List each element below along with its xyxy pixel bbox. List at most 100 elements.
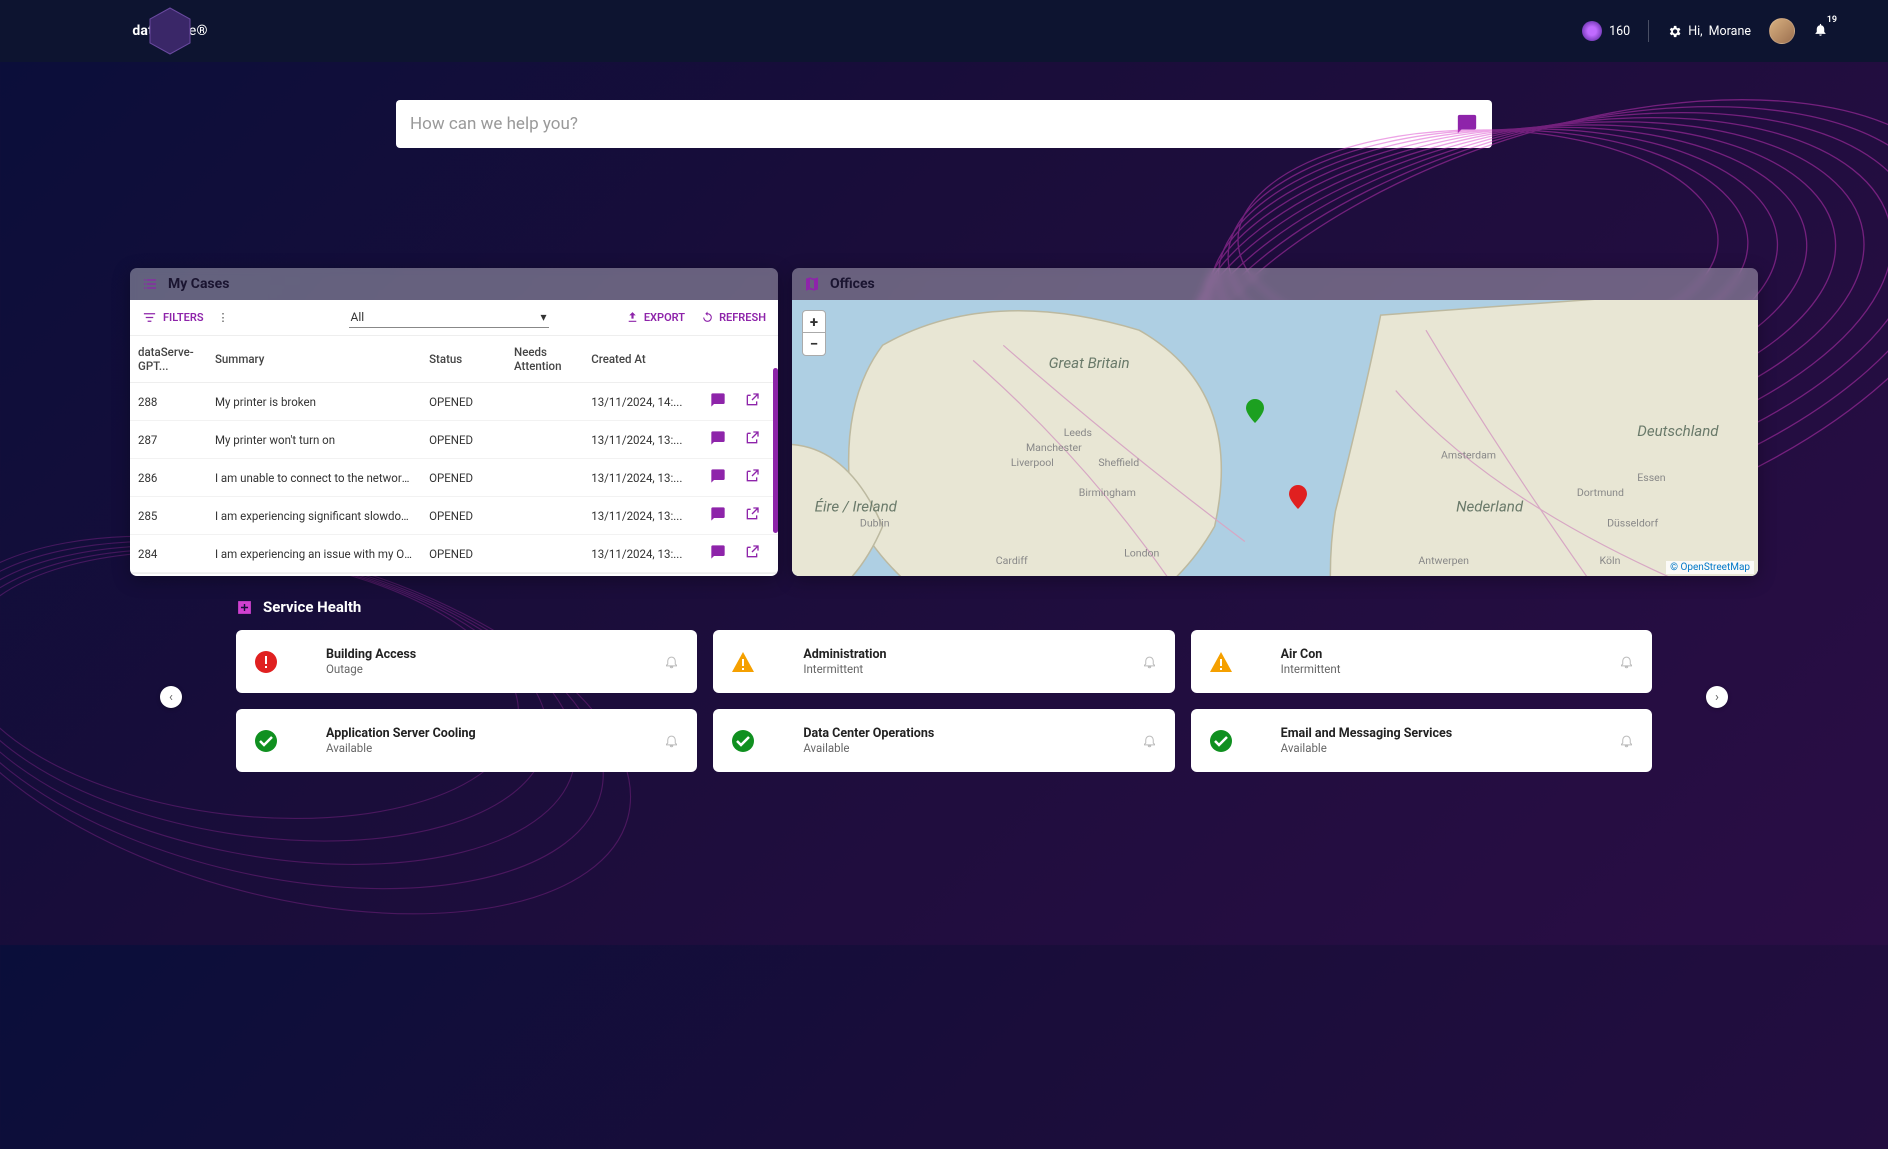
chat-icon[interactable] (1456, 113, 1478, 135)
service-card[interactable]: Building AccessOutage (236, 630, 697, 693)
bell-outline-icon[interactable] (664, 733, 679, 748)
svg-text:Essen: Essen (1637, 471, 1665, 484)
export-button[interactable]: EXPORT (626, 311, 685, 324)
zoom-in-button[interactable]: + (803, 311, 825, 333)
row-chat-icon[interactable] (710, 430, 726, 449)
bell-outline-icon[interactable] (1619, 654, 1634, 669)
cell-needs-attention (506, 421, 583, 459)
svg-text:Deutschland: Deutschland (1637, 422, 1719, 440)
more-dots-icon[interactable]: ⋮ (218, 311, 229, 324)
table-row[interactable]: 285I am experiencing significant slowdow… (130, 497, 778, 535)
table-row[interactable]: 287My printer won't turn onOPENED13/11/2… (130, 421, 778, 459)
cell-created: 13/11/2024, 13:... (583, 421, 690, 459)
cell-needs-attention (506, 383, 583, 421)
search-input[interactable] (410, 114, 1456, 134)
row-open-icon[interactable] (744, 430, 760, 449)
avatar[interactable] (1769, 18, 1795, 44)
list-icon (142, 276, 158, 292)
svg-text:Great Britain: Great Britain (1049, 354, 1130, 372)
status-ok-icon (731, 729, 755, 753)
row-open-icon[interactable] (744, 544, 760, 563)
row-open-icon[interactable] (744, 392, 760, 411)
cell-id: 284 (130, 535, 207, 573)
service-status: Available (1281, 741, 1595, 755)
notif-count: 19 (1827, 15, 1837, 25)
row-chat-icon[interactable] (710, 468, 726, 487)
filter-icon (142, 310, 157, 325)
notifications-button[interactable]: 19 (1813, 22, 1828, 41)
refresh-button[interactable]: REFRESH (701, 311, 766, 324)
points-icon (1582, 21, 1602, 41)
cell-created: 13/11/2024, 13:... (583, 535, 690, 573)
row-open-icon[interactable] (744, 506, 760, 525)
logo[interactable]: dataServe® (148, 6, 192, 56)
service-name: Air Con (1281, 647, 1595, 662)
bell-outline-icon[interactable] (664, 654, 679, 669)
greeting-name: Morane (1709, 24, 1751, 39)
bell-outline-icon[interactable] (1142, 654, 1157, 669)
service-card[interactable]: Email and Messaging ServicesAvailable (1191, 709, 1652, 772)
service-card[interactable]: Application Server CoolingAvailable (236, 709, 697, 772)
my-cases-title: My Cases (168, 276, 229, 292)
cell-summary: I am experiencing an issue with my Outlo… (207, 535, 421, 573)
points-indicator[interactable]: 160 (1582, 21, 1630, 41)
zoom-out-button[interactable]: − (803, 333, 825, 355)
row-chat-icon[interactable] (710, 392, 726, 411)
cell-id: 285 (130, 497, 207, 535)
cell-status: OPENED (421, 459, 506, 497)
service-health-title: Service Health (263, 598, 361, 616)
cell-status: OPENED (421, 497, 506, 535)
service-health-section: Service Health Building AccessOutage Admi… (0, 576, 1888, 772)
filters-button[interactable]: FILTERS (142, 310, 204, 325)
table-row[interactable]: 288My printer is brokenOPENED13/11/2024,… (130, 383, 778, 421)
service-card[interactable]: AdministrationIntermittent (713, 630, 1174, 693)
service-card[interactable]: Air ConIntermittent (1191, 630, 1652, 693)
service-card[interactable]: Data Center OperationsAvailable (713, 709, 1174, 772)
svg-text:Manchester: Manchester (1026, 441, 1082, 454)
zoom-controls: + − (802, 310, 826, 356)
row-chat-icon[interactable] (710, 506, 726, 525)
offices-header: Offices (792, 268, 1758, 300)
status-warn-icon (731, 650, 755, 674)
cell-id: 287 (130, 421, 207, 459)
map-pin-green[interactable] (1246, 399, 1264, 423)
cell-summary: I am experiencing significant slowdowns … (207, 497, 421, 535)
col-created[interactable]: Created At (583, 336, 690, 383)
carousel-next-button[interactable]: › (1706, 686, 1728, 708)
col-status[interactable]: Status (421, 336, 506, 383)
service-name: Data Center Operations (803, 726, 1117, 741)
map-canvas[interactable]: Great Britain Éire / Ireland Nederland B… (792, 300, 1758, 576)
export-icon (626, 311, 639, 324)
points-value: 160 (1609, 24, 1630, 39)
col-summary[interactable]: Summary (207, 336, 421, 383)
table-row[interactable]: 286I am unable to connect to the network… (130, 459, 778, 497)
col-needs-attention[interactable]: Needs Attention (506, 336, 583, 383)
plus-box-icon (236, 599, 253, 616)
status-warn-icon (1209, 650, 1233, 674)
svg-text:Dublin: Dublin (860, 516, 890, 529)
service-status: Available (326, 741, 640, 755)
bell-outline-icon[interactable] (1619, 733, 1634, 748)
map-credit[interactable]: © OpenStreetMap (1666, 561, 1754, 574)
row-open-icon[interactable] (744, 468, 760, 487)
row-chat-icon[interactable] (710, 544, 726, 563)
carousel-prev-button[interactable]: ‹ (160, 686, 182, 708)
my-cases-header: My Cases (130, 268, 778, 300)
col-id[interactable]: dataServe-GPT... (130, 336, 207, 383)
svg-text:Cardiff: Cardiff (996, 554, 1028, 567)
service-status: Intermittent (1281, 662, 1595, 676)
bell-outline-icon[interactable] (1142, 733, 1157, 748)
service-name: Application Server Cooling (326, 726, 640, 741)
map-pin-red[interactable] (1289, 485, 1307, 509)
scrollbar[interactable] (773, 368, 778, 533)
cell-id: 288 (130, 383, 207, 421)
service-name: Administration (803, 647, 1117, 662)
map-image: Great Britain Éire / Ireland Nederland B… (792, 300, 1758, 576)
table-row[interactable]: 284I am experiencing an issue with my Ou… (130, 535, 778, 573)
status-ok-icon (254, 729, 278, 753)
greeting-prefix: Hi, (1688, 24, 1702, 39)
user-greeting[interactable]: Hi, Morane (1667, 24, 1751, 39)
svg-text:Leeds: Leeds (1064, 426, 1092, 439)
status-select[interactable]: All ▾ (349, 307, 549, 328)
my-cases-panel: My Cases FILTERS ⋮ All ▾ EXPORT (130, 268, 778, 576)
